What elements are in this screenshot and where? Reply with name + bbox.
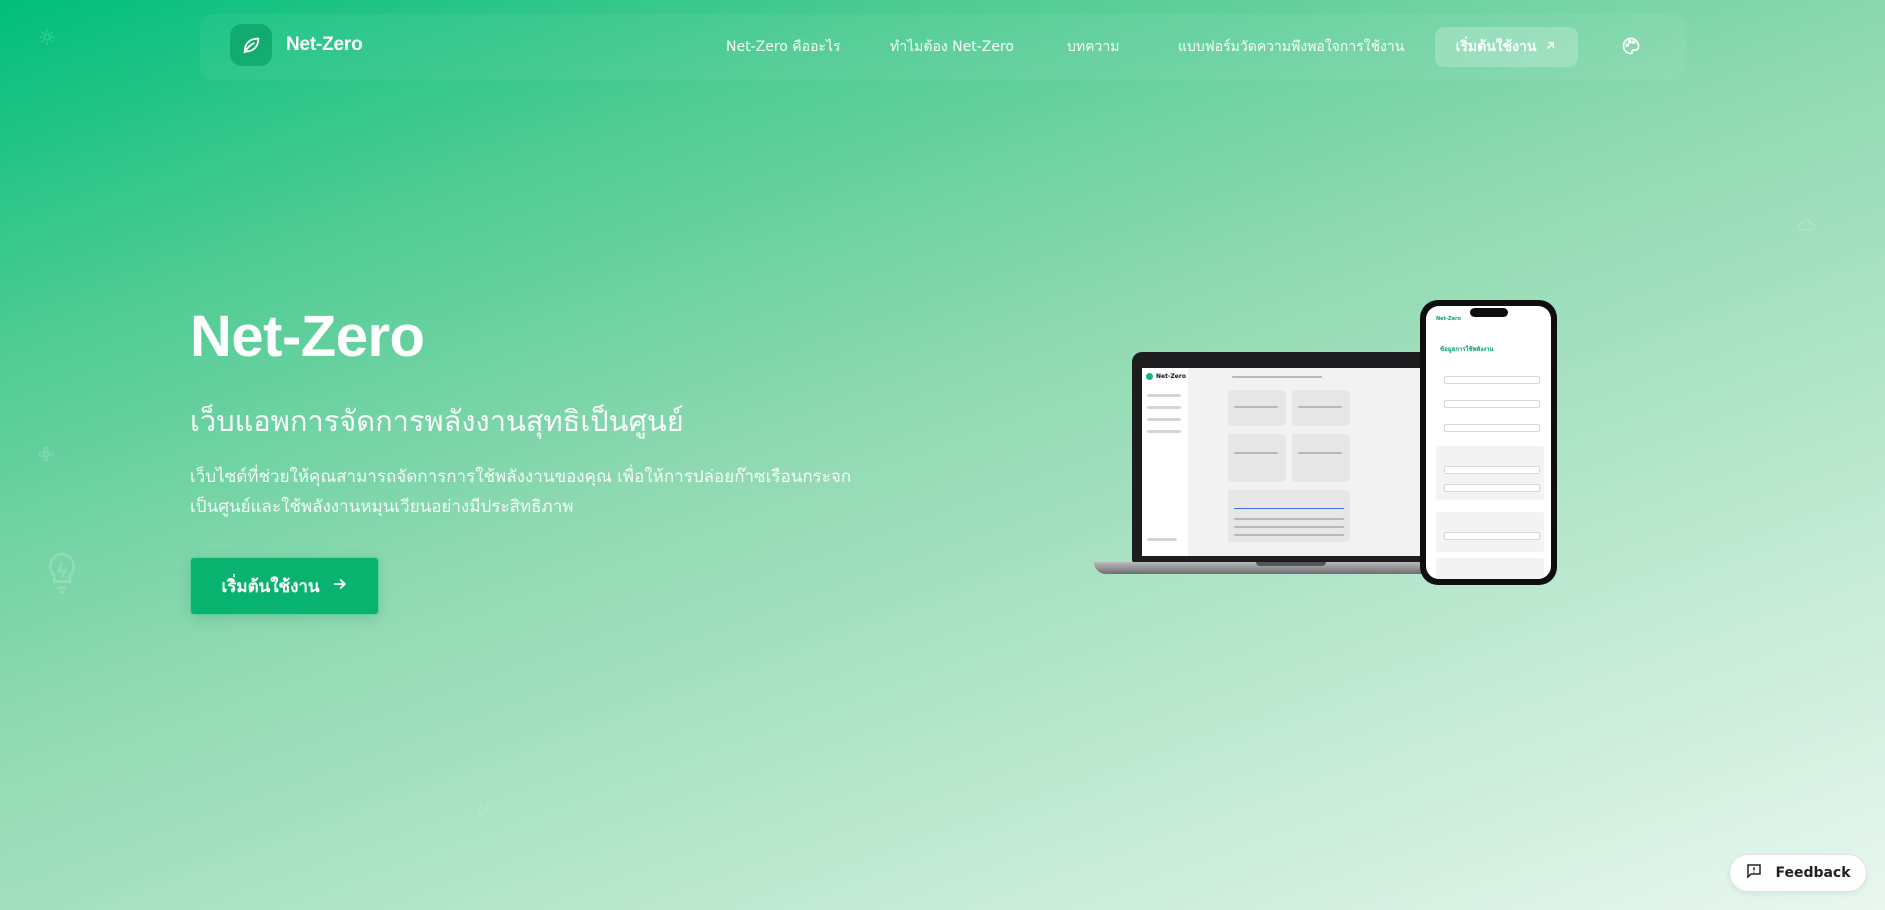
hero-title: Net-Zero <box>190 304 425 369</box>
arrow-right-icon <box>332 576 348 597</box>
feedback-icon <box>1745 862 1763 884</box>
sun-icon <box>38 28 56 46</box>
nav-link-why-net-zero[interactable]: ทำไมต้อง Net-Zero <box>890 36 1014 58</box>
brand-name: Net-Zero <box>286 34 363 55</box>
laptop-brand: Net-Zero <box>1156 373 1186 380</box>
hero-cta-label: เริ่มต้นใช้งาน <box>221 576 320 597</box>
palette-icon[interactable] <box>1621 36 1643 58</box>
hero-description-line1: เว็บไซต์ที่ช่วยให้คุณสามารถจัดการการใช้พ… <box>190 467 852 487</box>
brand-home-link[interactable]: Net-Zero <box>230 24 363 66</box>
phone-title: ข้อมูลการใช้พลังงาน <box>1440 346 1494 353</box>
cloud-icon <box>1798 218 1816 232</box>
hero-description: เว็บไซต์ที่ช่วยให้คุณสามารถจัดการการใช้พ… <box>190 462 890 522</box>
arrow-up-right-icon <box>1544 39 1557 56</box>
phone-mockup: Net-Zero ข้อมูลการใช้พลังงาน <box>1420 300 1557 585</box>
hero-subtitle: เว็บแอพการจัดการพลังงานสุทธิเป็นศูนย์ <box>190 404 684 438</box>
phone-brand: Net-Zero <box>1436 316 1461 322</box>
nav-link-what-is-net-zero[interactable]: Net-Zero คืออะไร <box>726 36 841 58</box>
hero-get-started-button[interactable]: เริ่มต้นใช้งาน <box>190 557 379 615</box>
laptop-screen: Net-Zero <box>1142 368 1442 556</box>
nav-link-satisfaction-form[interactable]: แบบฟอร์มวัดความพึงพอใจการใช้งาน <box>1178 36 1404 58</box>
leaf-icon <box>230 24 272 66</box>
feedback-label: Feedback <box>1775 865 1851 881</box>
flower-icon <box>38 446 54 462</box>
hero-description-line2: เป็นศูนย์และใช้พลังงานหมุนเวียนอย่างมีปร… <box>190 497 574 517</box>
phone-screen: Net-Zero ข้อมูลการใช้พลังงาน <box>1426 306 1551 579</box>
leaf-small-icon <box>476 802 490 816</box>
nav-get-started-button[interactable]: เริ่มต้นใช้งาน <box>1435 27 1578 67</box>
feedback-button[interactable]: Feedback <box>1729 854 1867 892</box>
nav-link-articles[interactable]: บทความ <box>1067 36 1119 58</box>
nav-cta-label: เริ่มต้นใช้งาน <box>1455 39 1537 55</box>
lightbulb-icon <box>43 551 81 597</box>
